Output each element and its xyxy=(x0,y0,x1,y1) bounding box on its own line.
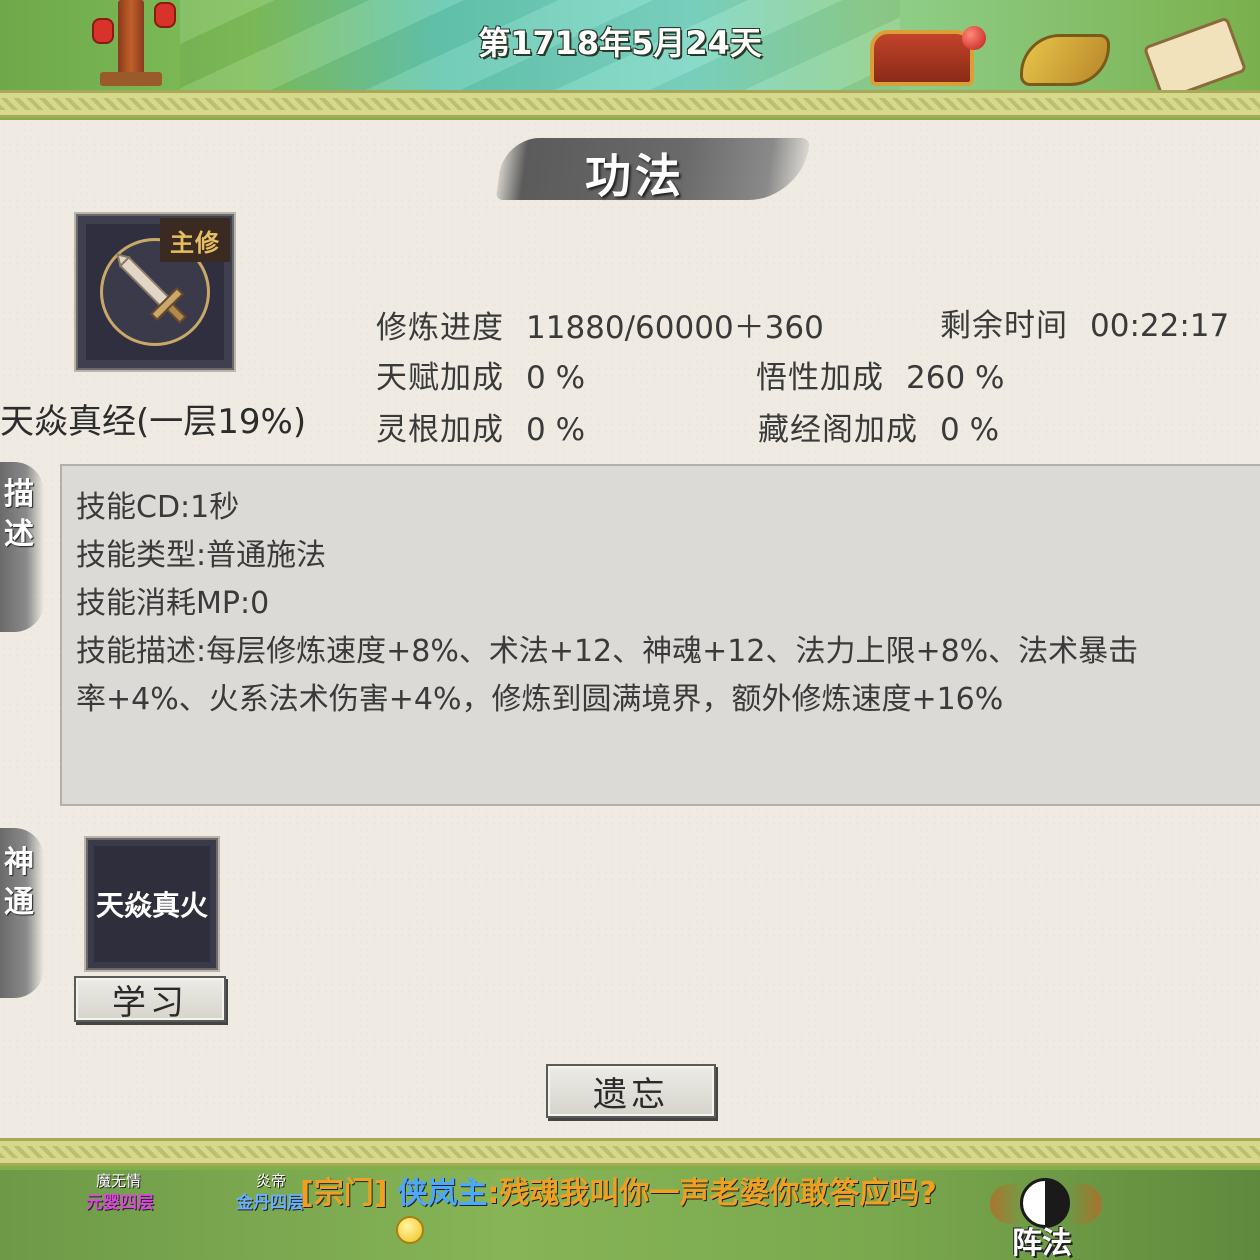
skill-name: 天焱真经(一层19%) xyxy=(0,402,307,442)
description-box: 技能CD:1秒 技能类型:普通施法 技能消耗MP:0 技能描述:每层修炼速度+8… xyxy=(60,464,1260,806)
divine-ability-name: 天焱真火 xyxy=(95,889,208,922)
stat-progress: 修炼进度 11880/60000＋360 xyxy=(376,310,824,346)
description-tab: 描 述 xyxy=(0,462,44,632)
game-date: 第1718年5月24天 xyxy=(478,24,762,62)
npc-rank: 元婴四层 xyxy=(86,1193,154,1213)
stat-remaining-time: 剩余时间 00:22:17 xyxy=(940,308,1230,344)
panel-title: 功法 xyxy=(585,149,685,203)
npc-rank: 金丹四层 xyxy=(236,1193,304,1213)
stat-spirit-root-bonus: 灵根加成 0 % xyxy=(376,412,586,448)
chat-channel: [宗门] xyxy=(300,1176,388,1211)
desc-line: 技能CD:1秒 xyxy=(76,490,240,525)
divine-ability-tab: 神 通 xyxy=(0,828,44,998)
stat-talent-bonus: 天赋加成 0 % xyxy=(376,360,586,396)
top-border-strip xyxy=(0,90,1260,118)
forget-button[interactable]: 遗忘 xyxy=(546,1064,716,1118)
desc-line: 技能描述:每层修炼速度+8%、术法+12、神魂+12、法力上限+8%、法术暴击 xyxy=(76,634,1139,669)
chat-text: :残魂我叫你一声老婆你敢答应吗? xyxy=(487,1176,937,1211)
desc-line: 率+4%、火系法术伤害+4%，修炼到圆满境界，额外修炼速度+16% xyxy=(76,682,1004,717)
stat-library-bonus: 藏经阁加成 0 % xyxy=(758,412,1000,448)
learn-button[interactable]: 学习 xyxy=(74,976,226,1023)
bottom-border-strip xyxy=(0,1138,1260,1166)
main-cultivation-badge: 主修 xyxy=(160,218,230,262)
lantern-base xyxy=(100,72,162,86)
formation-label: 阵法 xyxy=(1012,1226,1072,1260)
cultivation-panel: 功法 主修 天焱真经(一层19%) 修炼进度 11880/60000＋360 剩余… xyxy=(0,120,1260,1138)
emoji-icon xyxy=(396,1216,424,1244)
desc-line: 技能类型:普通施法 xyxy=(76,538,327,573)
top-scene: 第1718年5月24天 xyxy=(0,0,1260,92)
chat-user: 侠岚主 xyxy=(397,1176,488,1211)
desc-line: 技能消耗MP:0 xyxy=(76,586,270,621)
main-skill-icon[interactable]: 主修 xyxy=(74,212,236,372)
divine-ability-slot[interactable]: 天焱真火 xyxy=(84,836,220,972)
formation-button[interactable]: 阵法 xyxy=(990,1176,1102,1260)
chat-message[interactable]: [宗门] 侠岚主:残魂我叫你一声老婆你敢答应吗? xyxy=(300,1168,937,1212)
stat-comprehension-bonus: 悟性加成 260 % xyxy=(756,360,1005,396)
